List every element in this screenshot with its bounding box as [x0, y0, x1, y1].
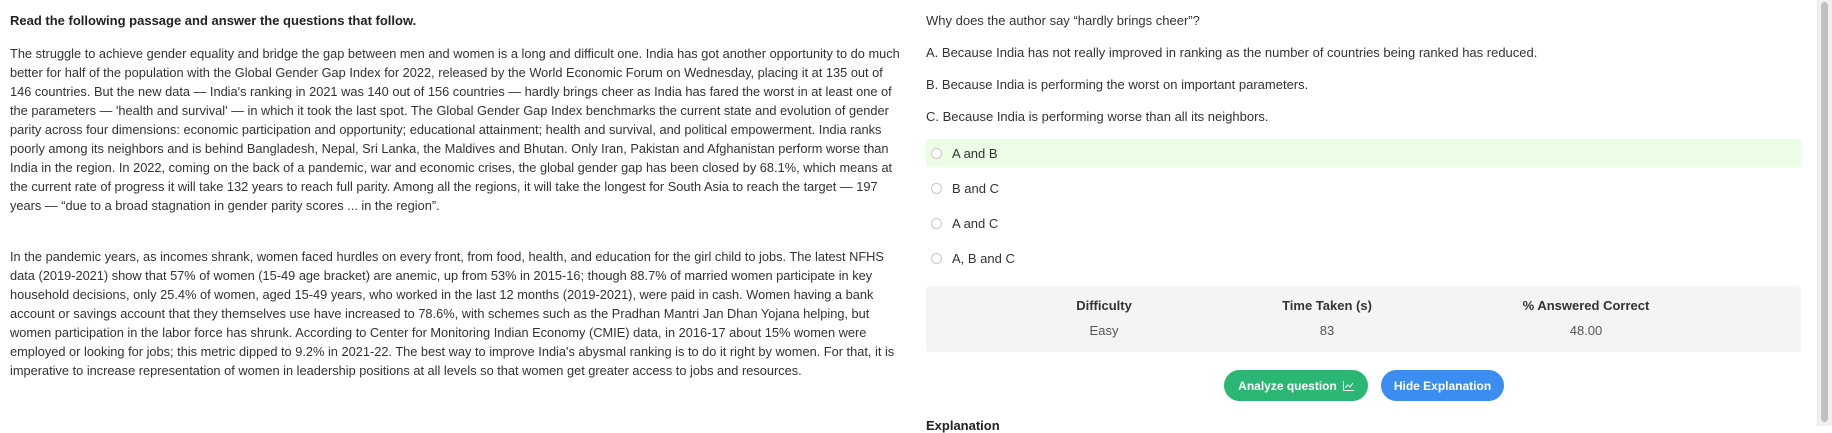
option-2[interactable]: B and C: [926, 174, 1801, 202]
hide-explanation-button[interactable]: Hide Explanation: [1381, 370, 1504, 401]
stat-answered-correct: % Answered Correct 48.00: [1486, 286, 1686, 338]
option-label: A and B: [952, 145, 998, 161]
stat-value: 83: [1319, 323, 1335, 338]
vertical-scrollbar[interactable]: [1817, 0, 1832, 426]
stat-value: Easy: [1089, 323, 1119, 338]
passage-instruction: Read the following passage and answer th…: [10, 13, 417, 28]
stat-header: % Answered Correct: [1522, 298, 1650, 313]
radio-button[interactable]: [931, 182, 942, 194]
statement-c: C. Because India is performing worse tha…: [926, 109, 1269, 124]
analyze-button-label: Analyze question: [1238, 378, 1337, 393]
radio-button[interactable]: [931, 252, 942, 264]
stat-time-taken: Time Taken (s) 83: [1227, 286, 1427, 338]
stat-difficulty: Difficulty Easy: [1004, 286, 1204, 338]
option-label: B and C: [952, 180, 999, 196]
option-label: A and C: [952, 215, 999, 231]
option-4[interactable]: A, B and C: [926, 244, 1801, 272]
stat-value: 48.00: [1569, 323, 1603, 338]
passage-paragraph-2: In the pandemic years, as incomes shrank…: [10, 249, 895, 378]
statement-a: A. Because India has not really improved…: [926, 45, 1538, 60]
question-stem: Why does the author say “hardly brings c…: [926, 13, 1200, 28]
question-stats-panel: Difficulty Easy Time Taken (s) 83 % Answ…: [926, 286, 1801, 352]
passage-paragraph-1: The struggle to achieve gender equality …: [10, 46, 900, 213]
radio-button[interactable]: [931, 217, 942, 229]
option-3[interactable]: A and C: [926, 209, 1801, 237]
stat-header: Difficulty: [1076, 298, 1132, 313]
option-1-correct[interactable]: A and B: [926, 139, 1801, 167]
scrollbar-thumb[interactable]: [1821, 2, 1828, 422]
stat-header: Time Taken (s): [1282, 298, 1372, 313]
statement-b: B. Because India is performing the worst…: [926, 77, 1309, 92]
chart-line-icon: [1342, 380, 1354, 391]
radio-button[interactable]: [931, 147, 942, 159]
option-label: A, B and C: [952, 250, 1015, 266]
analyze-question-button[interactable]: Analyze question: [1224, 370, 1368, 401]
